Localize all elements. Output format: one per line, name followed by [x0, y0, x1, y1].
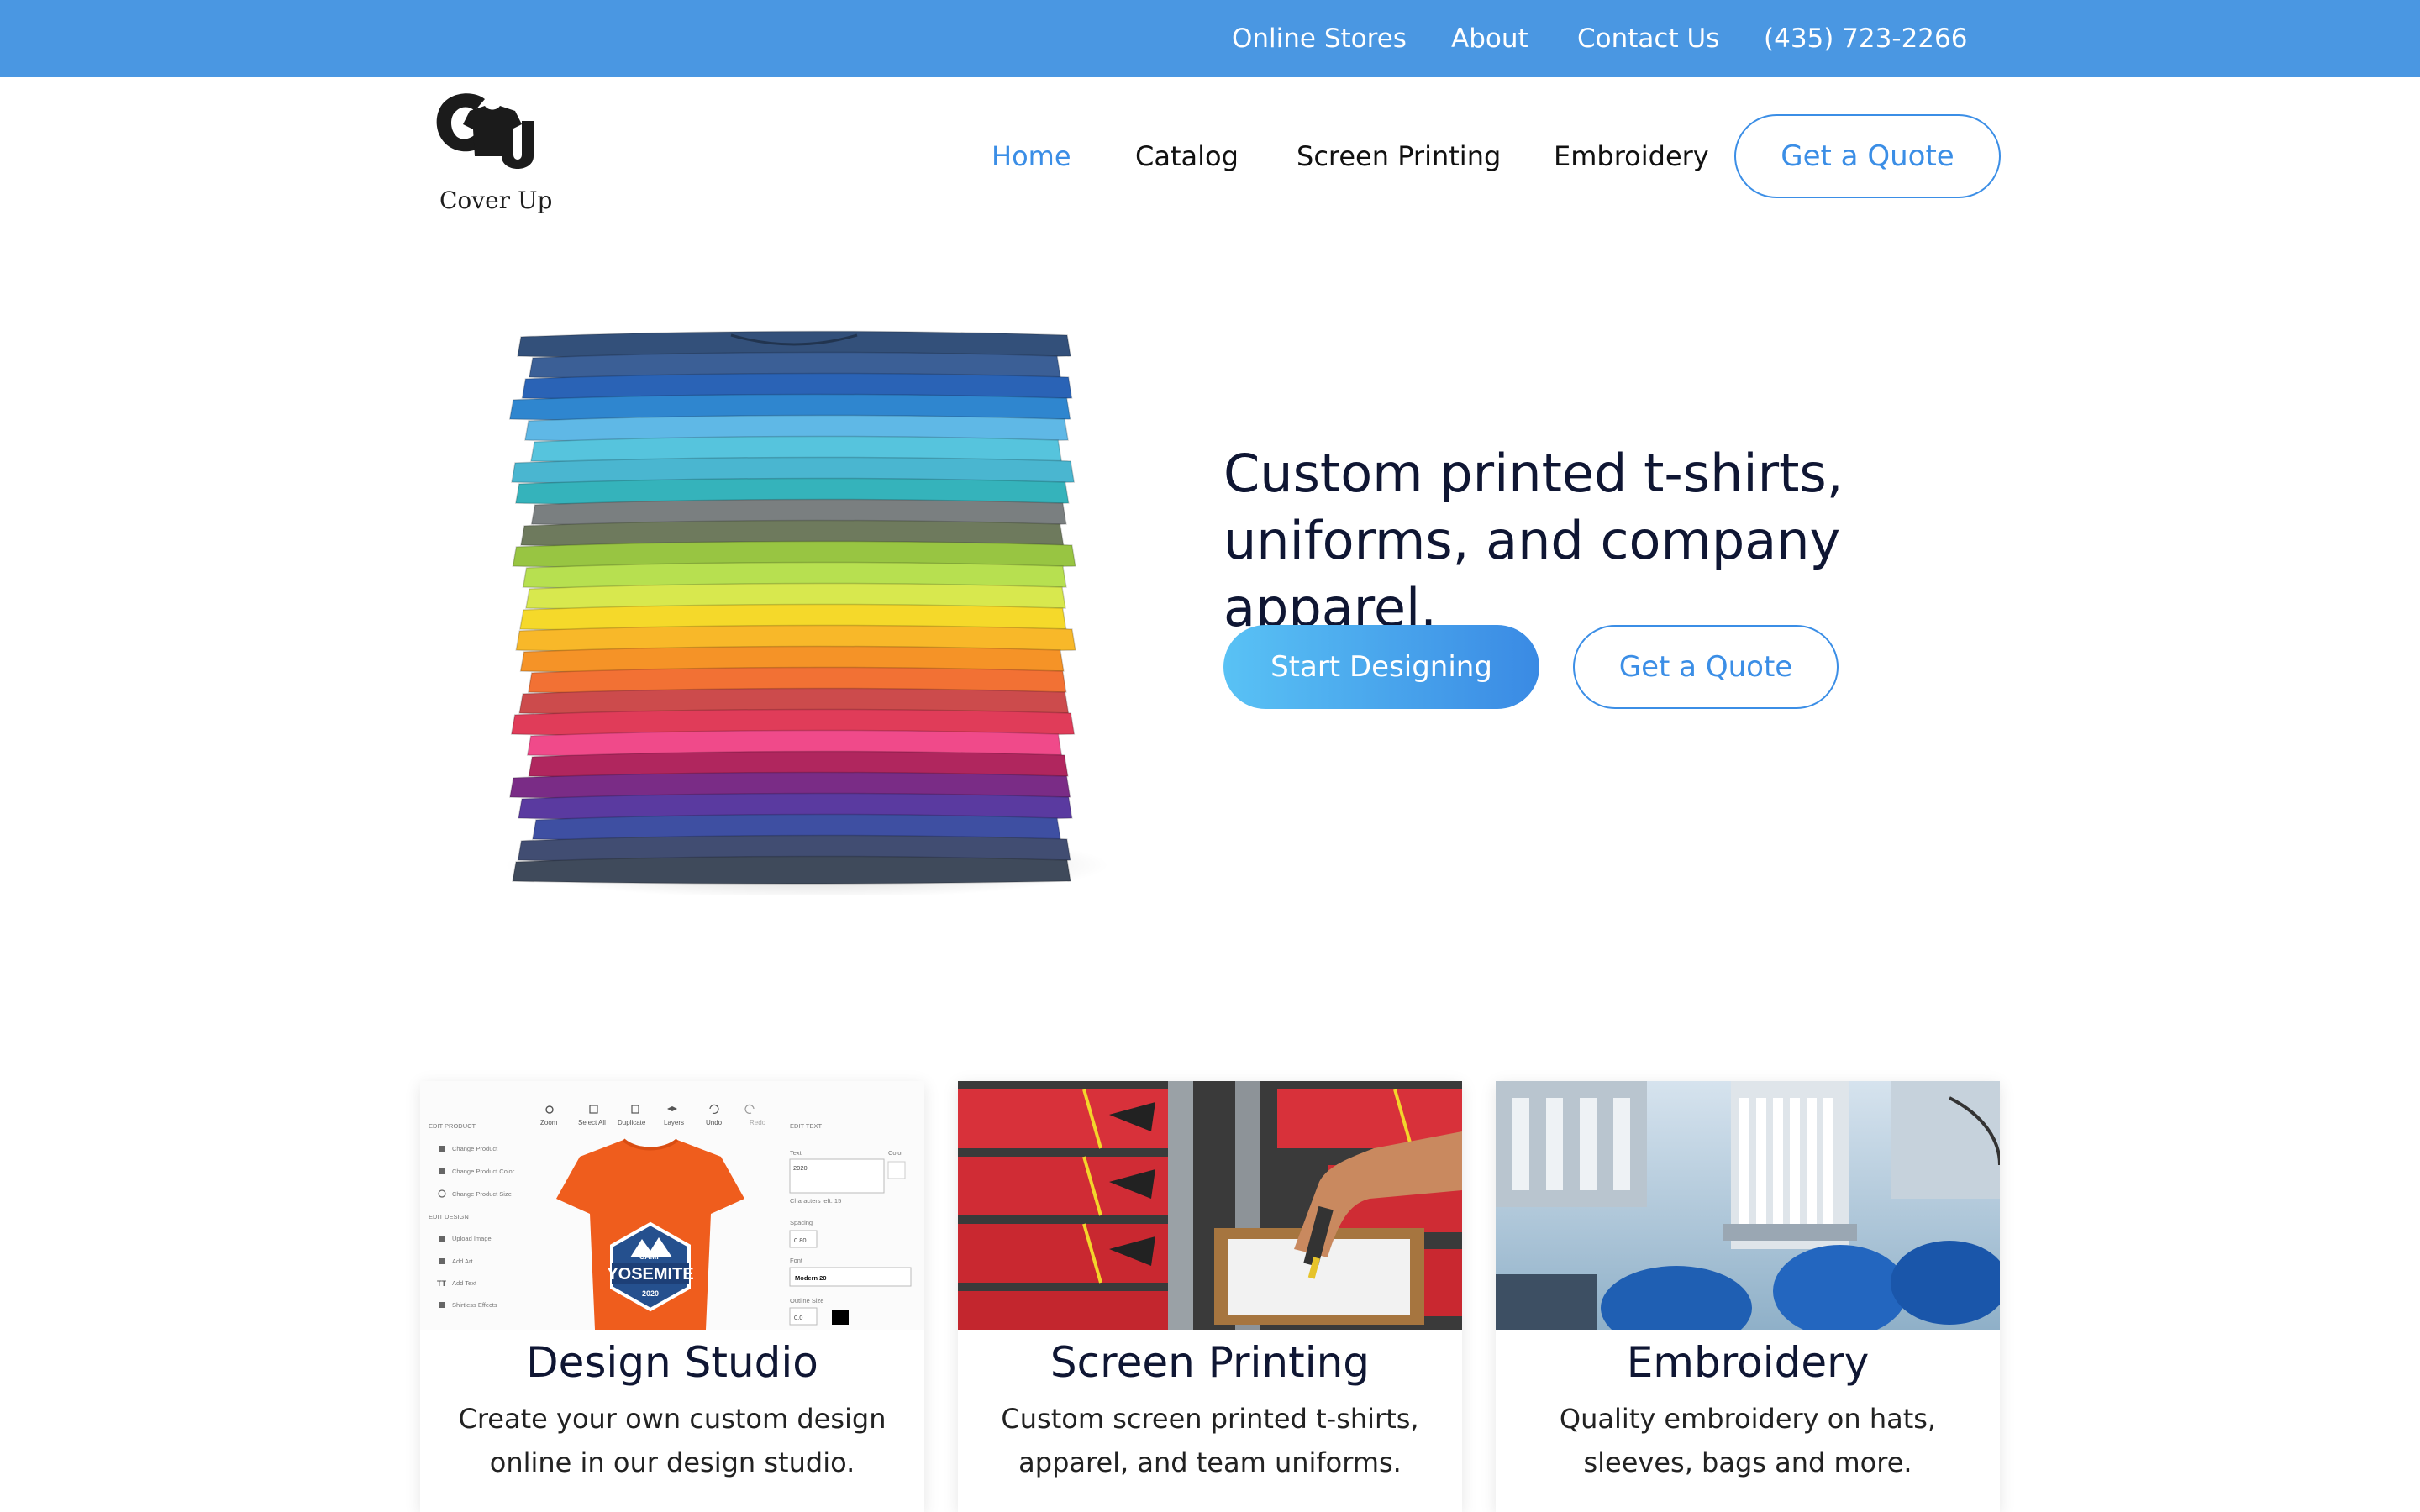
shirt-year-text: 2020	[642, 1289, 659, 1298]
hero-get-quote-button[interactable]: Get a Quote	[1573, 625, 1839, 709]
shirt-yosemite-text: YOSEMITE	[607, 1265, 693, 1284]
cover-up-logo[interactable]: Cover Up	[433, 87, 567, 222]
top-utility-bar: Online Stores About Contact Us (435) 723…	[0, 0, 2420, 77]
hero-title: Custom printed t-shirts, uniforms, and c…	[1223, 443, 1844, 638]
card-title: Design Studio	[526, 1338, 818, 1387]
start-designing-button[interactable]: Start Designing	[1223, 625, 1539, 709]
nav-item-embroidery[interactable]: Embroidery	[1554, 134, 1709, 178]
color-label: Color	[888, 1149, 903, 1157]
card-description: Create your own custom design online in …	[458, 1403, 886, 1478]
card-title: Screen Printing	[1050, 1338, 1370, 1387]
toolbar-undo-label: Undo	[706, 1119, 723, 1126]
nav-item-screen-printing[interactable]: Screen Printing	[1297, 134, 1501, 178]
about-link[interactable]: About	[1451, 0, 1528, 77]
edit-text-header: EDIT TEXT	[790, 1122, 822, 1130]
embroidery-machine-photo	[1496, 1081, 2000, 1330]
online-stores-link[interactable]: Online Stores	[1232, 0, 1407, 77]
upload-image-item[interactable]: Upload Image	[452, 1235, 492, 1242]
screen-printing-photo	[958, 1081, 1462, 1330]
outline-label: Outline Size	[790, 1297, 823, 1305]
screen-printing-card[interactable]: Screen Printing Custom screen printed t-…	[958, 1081, 1462, 1512]
add-text-item[interactable]: Add Text	[452, 1279, 477, 1287]
change-product-color-item[interactable]: Change Product Color	[452, 1168, 515, 1175]
toolbar-select-all-label: Select All	[578, 1119, 606, 1126]
contact-us-link[interactable]: Contact Us	[1577, 0, 1719, 77]
folded-shirt-layer	[512, 855, 1071, 885]
color-swatch[interactable]	[887, 1161, 906, 1179]
toolbar-redo-label: Redo	[750, 1119, 766, 1126]
shirt-camp-text: CAMP	[639, 1252, 662, 1261]
header-get-quote-button[interactable]: Get a Quote	[1734, 114, 2001, 198]
embroidery-card[interactable]: Embroidery Quality embroidery on hats, s…	[1496, 1081, 2000, 1512]
font-select-value: Modern 20	[795, 1274, 827, 1282]
shirtless-effects-item[interactable]: Shirtless Effects	[452, 1301, 497, 1309]
svg-text:TT: TT	[437, 1279, 446, 1288]
logo-text: Cover Up	[439, 186, 553, 214]
edit-design-header: EDIT DESIGN	[429, 1213, 469, 1221]
design-studio-card[interactable]: Zoom Select All Duplicate Layers Undo Re…	[420, 1081, 924, 1512]
text-input-value: 2020	[793, 1164, 808, 1172]
toolbar-layers-label: Layers	[664, 1119, 684, 1126]
outline-value: 0.0	[794, 1314, 802, 1321]
add-art-item[interactable]: Add Art	[452, 1257, 474, 1265]
font-label: Font	[790, 1257, 803, 1264]
edit-product-header: EDIT PRODUCT	[429, 1122, 476, 1130]
text-label: Text	[790, 1149, 802, 1157]
chars-left-text: Characters left: 15	[790, 1197, 841, 1205]
design-studio-screenshot: Zoom Select All Duplicate Layers Undo Re…	[420, 1081, 924, 1330]
nav-item-catalog[interactable]: Catalog	[1135, 134, 1239, 178]
cu-logo-mark	[436, 93, 534, 169]
outline-color-swatch[interactable]	[832, 1310, 849, 1325]
toolbar-zoom-label: Zoom	[540, 1119, 558, 1126]
shirt-stack-image	[454, 315, 1126, 899]
card-description: Custom screen printed t-shirts, apparel,…	[1001, 1403, 1419, 1478]
nav-item-home[interactable]: Home	[992, 134, 1071, 178]
change-product-size-item[interactable]: Change Product Size	[452, 1190, 512, 1198]
toolbar-duplicate-label: Duplicate	[618, 1119, 646, 1126]
spacing-value: 0.80	[794, 1236, 807, 1244]
phone-link[interactable]: (435) 723-2266	[1764, 0, 1967, 77]
card-title: Embroidery	[1626, 1338, 1870, 1387]
spacing-label: Spacing	[790, 1219, 813, 1226]
change-product-item[interactable]: Change Product	[452, 1145, 498, 1152]
card-description: Quality embroidery on hats, sleeves, bag…	[1559, 1403, 1937, 1478]
shirt-stack-graphic	[504, 330, 1109, 899]
